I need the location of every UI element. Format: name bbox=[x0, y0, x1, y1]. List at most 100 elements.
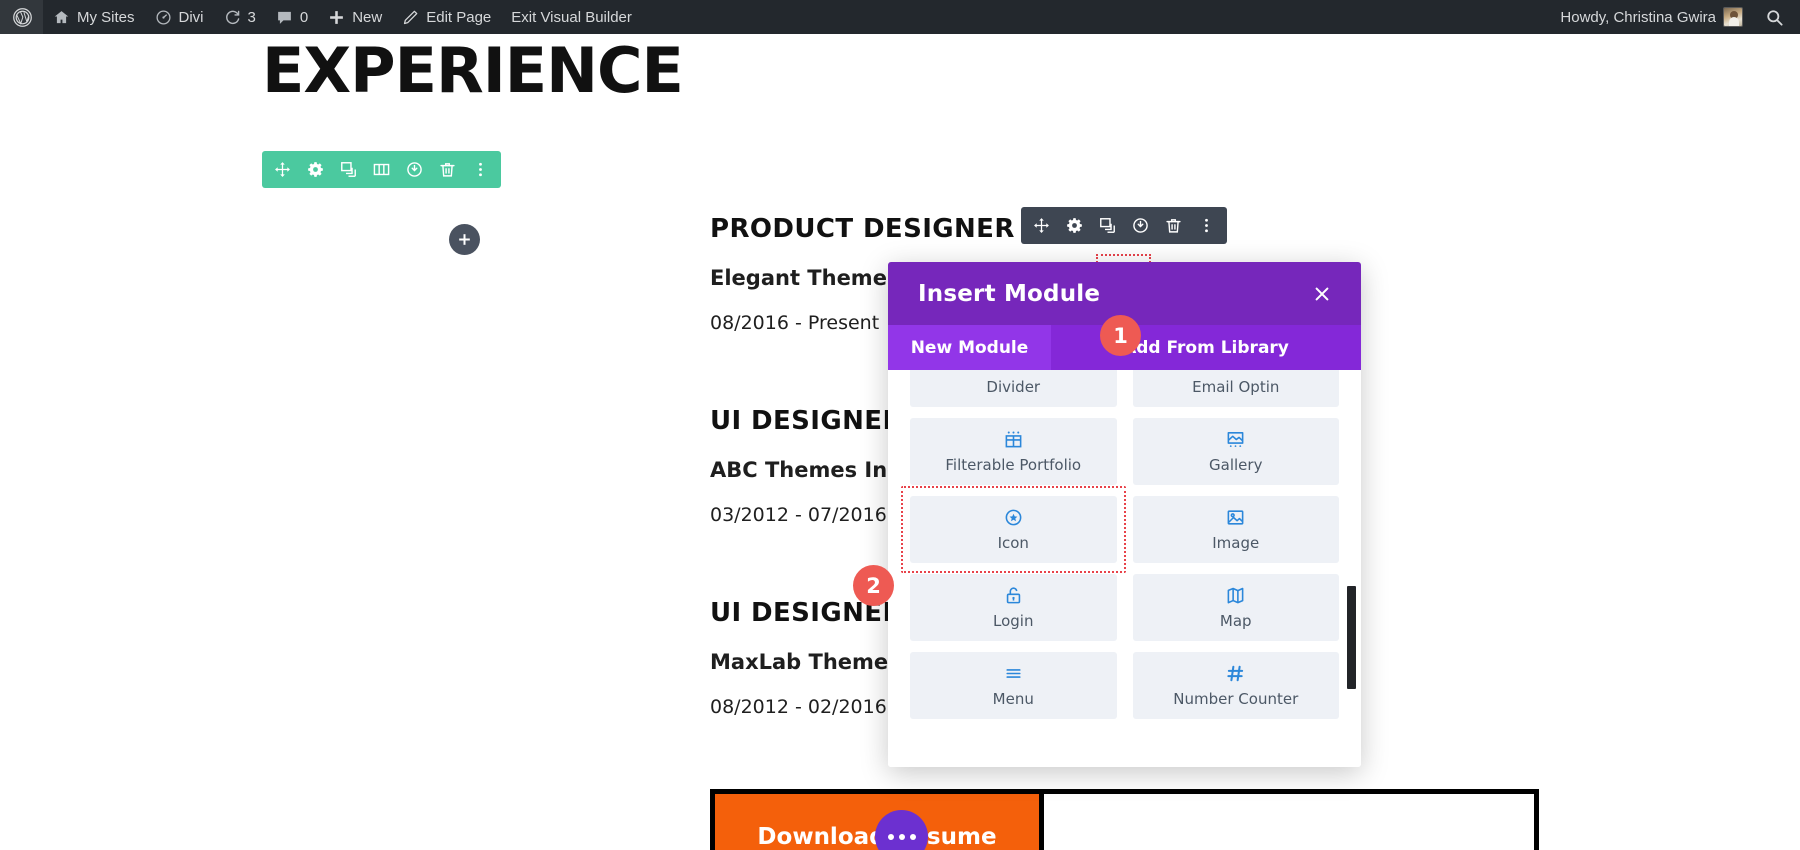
close-button[interactable] bbox=[1309, 281, 1335, 307]
module-label: Icon bbox=[997, 534, 1029, 552]
unlock-icon bbox=[1004, 585, 1023, 606]
adminbar-label-divi: Divi bbox=[178, 8, 204, 26]
wordpress-logo-icon bbox=[12, 7, 33, 28]
adminbar-howdy-label: Howdy, Christina Gwira bbox=[1560, 8, 1716, 26]
module-label: Login bbox=[993, 612, 1034, 630]
sites-icon bbox=[53, 9, 70, 26]
comments-icon bbox=[276, 9, 293, 26]
row-columns-button[interactable] bbox=[365, 151, 398, 188]
close-icon bbox=[1315, 287, 1329, 300]
scrollbar-thumb[interactable] bbox=[1347, 586, 1356, 689]
job-dates: 08/2012 - 02/2016 bbox=[710, 696, 887, 718]
adminbar-item-my-sites[interactable]: My Sites bbox=[43, 0, 145, 34]
adminbar-item-edit-page[interactable]: Edit Page bbox=[392, 0, 501, 34]
star-circle-icon bbox=[1004, 507, 1023, 528]
module-card-email-optin[interactable]: Email Optin bbox=[1132, 370, 1339, 407]
experience-entry: UI DESIGNER ABC Themes Inc. 03/2012 - 07… bbox=[710, 406, 908, 526]
plus-icon bbox=[459, 234, 470, 245]
cta-row: Download Resume bbox=[710, 789, 1539, 850]
module-label: Gallery bbox=[1209, 456, 1263, 474]
module-label: Menu bbox=[992, 690, 1034, 708]
dot bbox=[898, 833, 905, 840]
add-row-button[interactable] bbox=[449, 224, 480, 255]
module-label: Image bbox=[1212, 534, 1260, 552]
column-disable-button[interactable] bbox=[1124, 207, 1157, 244]
adminbar-label-updates: 3 bbox=[247, 8, 256, 26]
search-icon bbox=[1765, 8, 1784, 27]
column-toolbar bbox=[1021, 207, 1227, 244]
row-duplicate-button[interactable] bbox=[332, 151, 365, 188]
dot bbox=[887, 833, 894, 840]
module-card-map[interactable]: Map bbox=[1132, 574, 1339, 641]
divider-icon bbox=[1004, 370, 1023, 372]
adminbar-item-divi[interactable]: Divi bbox=[145, 0, 214, 34]
module-label: Email Optin bbox=[1192, 378, 1280, 396]
adminbar-item-exit-visual-builder[interactable]: Exit Visual Builder bbox=[501, 0, 642, 34]
annotation-badge-2: 2 bbox=[853, 565, 894, 606]
adminbar-label-new: New bbox=[352, 8, 383, 26]
adminbar-account[interactable]: Howdy, Christina Gwira bbox=[1550, 0, 1753, 34]
row-more-button[interactable] bbox=[464, 151, 497, 188]
module-label: Filterable Portfolio bbox=[945, 456, 1082, 474]
module-label: Divider bbox=[986, 378, 1041, 396]
module-list-scrollbar[interactable] bbox=[1346, 370, 1356, 767]
annotation-badge-1: 1 bbox=[1100, 315, 1141, 356]
module-card-icon[interactable]: Icon bbox=[901, 486, 1125, 573]
module-label: Number Counter bbox=[1173, 690, 1299, 708]
map-icon bbox=[1226, 585, 1245, 606]
row-move-handle[interactable] bbox=[266, 151, 299, 188]
pencil-icon bbox=[402, 9, 419, 26]
hamburger-icon bbox=[1004, 663, 1023, 684]
column-delete-button[interactable] bbox=[1157, 207, 1190, 244]
plus-icon bbox=[328, 9, 345, 26]
module-card-divider[interactable]: Divider bbox=[910, 370, 1117, 407]
page-title: EXPERIENCE bbox=[262, 34, 684, 107]
job-title: UI DESIGNER bbox=[710, 406, 903, 436]
adminbar-item-comments[interactable]: 0 bbox=[266, 0, 318, 34]
job-dates: 03/2012 - 07/2016 bbox=[710, 504, 887, 526]
row-disable-button[interactable] bbox=[398, 151, 431, 188]
page-canvas: EXPERIENCE PRODUCT DESIGNER Elegant Them… bbox=[0, 34, 1800, 850]
column-duplicate-button[interactable] bbox=[1091, 207, 1124, 244]
wordpress-logo-button[interactable] bbox=[0, 0, 43, 34]
envelope-icon bbox=[1226, 370, 1245, 372]
grid-table-icon bbox=[1004, 429, 1023, 450]
adminbar-item-updates[interactable]: 3 bbox=[214, 0, 266, 34]
tab-new-module[interactable]: New Module bbox=[888, 325, 1051, 370]
module-card-image[interactable]: Image bbox=[1132, 496, 1339, 563]
avatar bbox=[1723, 7, 1743, 27]
adminbar-label-comments: 0 bbox=[299, 8, 309, 26]
adminbar-label-my-sites: My Sites bbox=[77, 8, 135, 26]
hash-icon bbox=[1226, 663, 1245, 684]
adminbar-label-edit-page: Edit Page bbox=[426, 8, 492, 26]
module-card-number-counter[interactable]: Number Counter bbox=[1132, 652, 1339, 719]
divi-icon bbox=[155, 9, 172, 26]
modal-title: Insert Module bbox=[918, 280, 1101, 307]
module-card-login[interactable]: Login bbox=[910, 574, 1117, 641]
wp-admin-bar: My Sites Divi 3 0 New Edit Page Exit Vis… bbox=[0, 0, 1800, 34]
adminbar-search-button[interactable] bbox=[1753, 0, 1800, 34]
row-delete-button[interactable] bbox=[431, 151, 464, 188]
gallery-icon bbox=[1226, 429, 1245, 450]
dot bbox=[909, 833, 916, 840]
job-company: ABC Themes Inc. bbox=[710, 458, 908, 482]
adminbar-label-exit-visual-builder: Exit Visual Builder bbox=[511, 8, 632, 26]
job-title: PRODUCT DESIGNER bbox=[710, 214, 1015, 244]
experience-entry: UI DESIGNER MaxLab Themes 08/2012 - 02/2… bbox=[710, 598, 903, 718]
tab-add-from-library[interactable]: Add From Library bbox=[1051, 325, 1361, 370]
module-card-gallery[interactable]: Gallery bbox=[1132, 418, 1339, 485]
module-grid: Divider Email Optin Filterable Portfolio… bbox=[901, 370, 1339, 719]
image-icon bbox=[1226, 507, 1245, 528]
column-move-handle[interactable] bbox=[1025, 207, 1058, 244]
updates-icon bbox=[224, 9, 241, 26]
row-toolbar bbox=[262, 151, 501, 188]
column-settings-button[interactable] bbox=[1058, 207, 1091, 244]
module-card-menu[interactable]: Menu bbox=[910, 652, 1117, 719]
module-label: Map bbox=[1219, 612, 1252, 630]
job-company: MaxLab Themes bbox=[710, 650, 901, 674]
module-list: Divider Email Optin Filterable Portfolio… bbox=[888, 370, 1361, 767]
module-card-filterable-portfolio[interactable]: Filterable Portfolio bbox=[910, 418, 1117, 485]
column-more-button[interactable] bbox=[1190, 207, 1223, 244]
row-settings-button[interactable] bbox=[299, 151, 332, 188]
adminbar-item-new[interactable]: New bbox=[318, 0, 392, 34]
